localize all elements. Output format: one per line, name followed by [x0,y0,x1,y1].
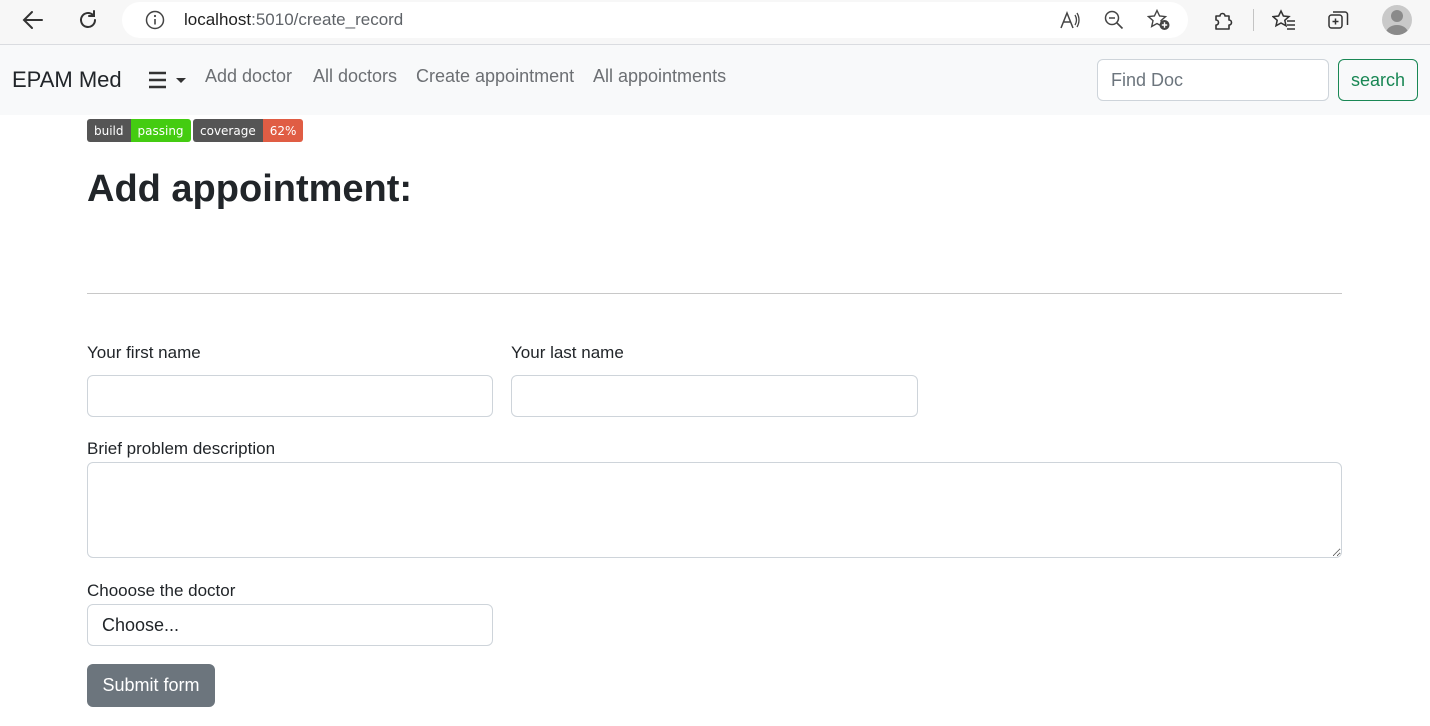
build-badge: build passing [87,119,191,142]
refresh-icon[interactable] [71,5,105,35]
build-badge-label: build [87,119,131,142]
favorite-add-icon[interactable] [1146,8,1172,32]
favorites-icon[interactable] [1267,5,1301,35]
doctor-label: Chooose the doctor [87,581,236,600]
brand-logo[interactable]: EPAM Med [12,67,122,93]
back-icon[interactable] [16,5,50,35]
last-name-input[interactable] [511,375,918,417]
first-name-input[interactable] [87,375,493,417]
doctor-select-value: Choose... [102,614,180,635]
browser-toolbar: localhost:5010/create_record [0,0,1430,45]
coverage-badge-label: coverage [193,119,263,142]
collections-icon[interactable] [1322,5,1356,35]
url-text: localhost:5010/create_record [184,10,403,30]
doctor-select[interactable]: Choose... [87,604,493,646]
coverage-badge: coverage 62% [193,119,304,142]
description-label: Brief problem description [87,439,276,458]
nav-link-create-appointment[interactable]: Create appointment [416,66,574,87]
nav-link-all-appointments[interactable]: All appointments [593,66,726,87]
info-icon[interactable] [142,8,168,32]
hamburger-icon [149,71,186,89]
description-textarea[interactable] [87,462,1342,558]
divider [87,293,1342,294]
page-title: Add appointment: [87,168,413,210]
read-aloud-icon[interactable] [1057,8,1083,32]
url-path: :5010/create_record [251,10,404,29]
profile-avatar[interactable] [1382,5,1412,35]
build-badge-value: passing [130,119,191,142]
zoom-out-icon[interactable] [1101,8,1127,32]
app-navbar: EPAM Med Add doctor All doctors Create a… [0,45,1430,115]
menu-dropdown-toggle[interactable] [146,67,190,93]
search-input[interactable] [1097,59,1329,101]
address-bar[interactable]: localhost:5010/create_record [122,2,1188,38]
coverage-badge-value: 62% [262,119,304,142]
nav-link-add-doctor[interactable]: Add doctor [205,66,292,87]
nav-link-all-doctors[interactable]: All doctors [313,66,397,87]
search-button[interactable]: search [1338,59,1418,101]
toolbar-separator [1253,9,1254,31]
extensions-icon[interactable] [1206,5,1240,35]
submit-button[interactable]: Submit form [87,664,215,707]
url-host: localhost [184,10,252,29]
first-name-label: Your first name [87,343,201,362]
last-name-label: Your last name [511,343,624,362]
